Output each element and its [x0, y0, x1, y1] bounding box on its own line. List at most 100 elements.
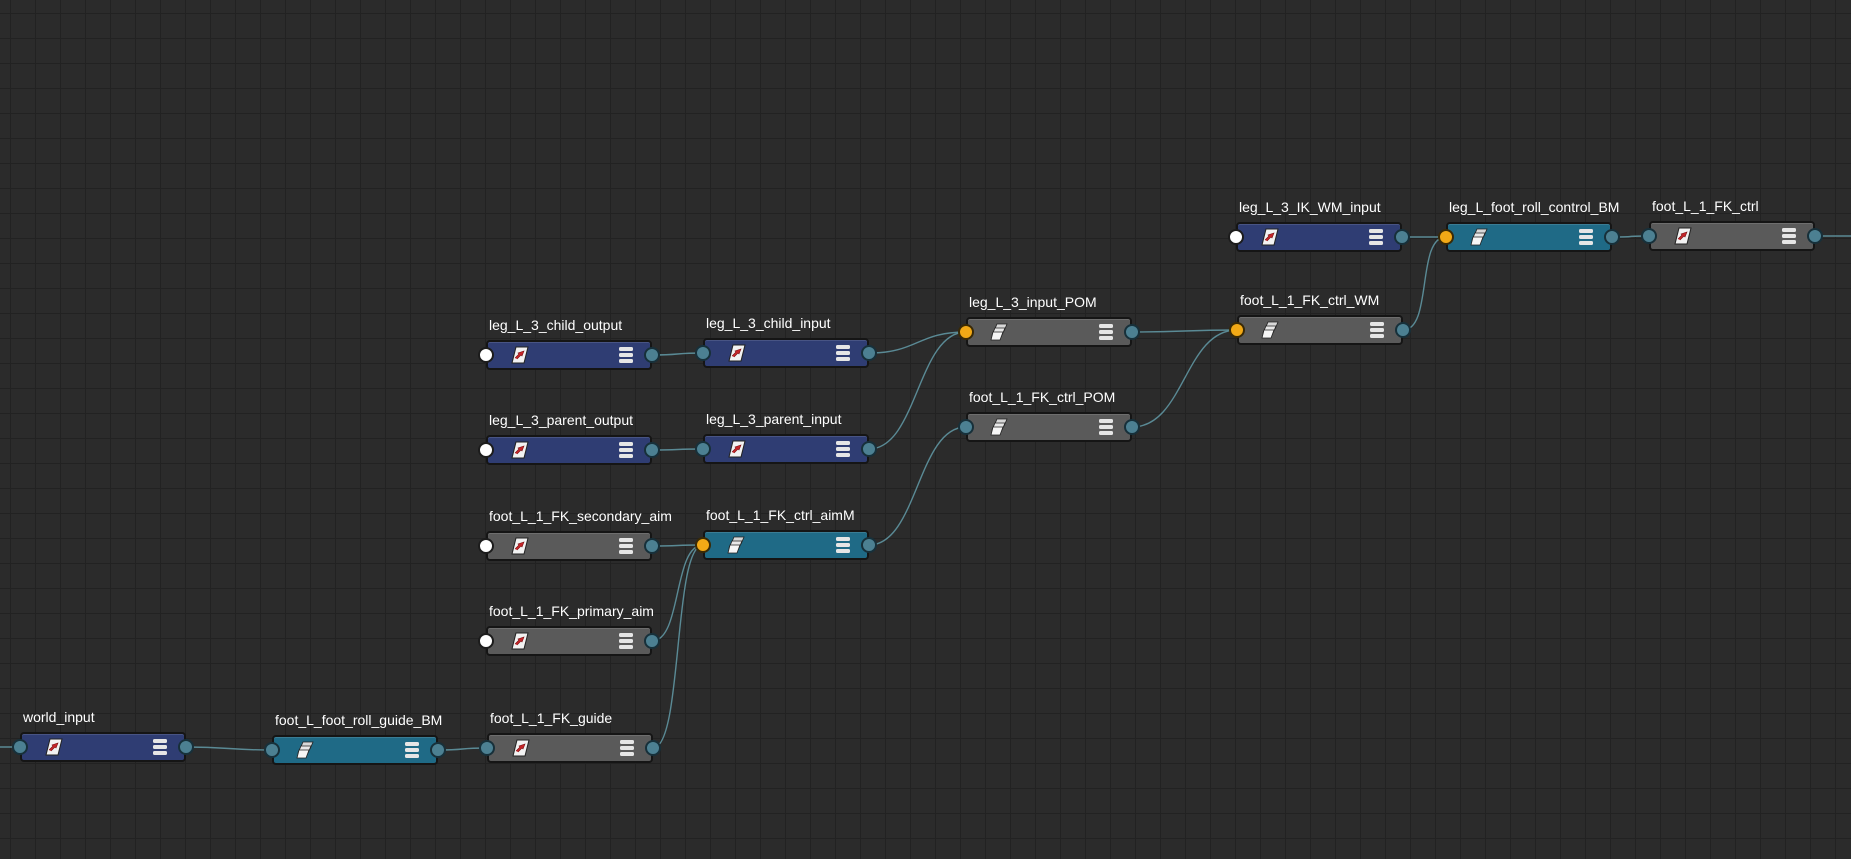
connection-wire[interactable] [1402, 236, 1447, 331]
stack-menu-icon[interactable] [835, 536, 851, 554]
transform-icon [1261, 228, 1279, 246]
output-port[interactable] [644, 442, 660, 458]
input-port[interactable] [12, 739, 28, 755]
input-port[interactable] [478, 538, 494, 554]
output-port[interactable] [644, 347, 660, 363]
node-leg-l-3-ik-wm-input[interactable]: leg_L_3_IK_WM_input [1228, 199, 1410, 252]
input-port[interactable] [1228, 229, 1244, 245]
node-leg-l-3-parent-input[interactable]: leg_L_3_parent_input [695, 411, 877, 464]
stack-menu-icon[interactable] [1098, 323, 1114, 341]
connection-wire[interactable] [1131, 329, 1238, 428]
node-label: leg_L_foot_roll_control_BM [1449, 199, 1620, 215]
matrix-stack-icon [1261, 321, 1279, 339]
input-port[interactable] [958, 419, 974, 435]
transform-icon [511, 537, 529, 555]
stack-menu-icon[interactable] [618, 346, 634, 364]
input-port[interactable] [479, 740, 495, 756]
node-leg-l-3-parent-output[interactable]: leg_L_3_parent_output [478, 412, 660, 465]
output-port[interactable] [644, 538, 660, 554]
output-port[interactable] [1807, 228, 1823, 244]
node-leg-l-3-child-output[interactable]: leg_L_3_child_output [478, 317, 660, 370]
stack-menu-icon[interactable] [835, 440, 851, 458]
matrix-stack-icon [990, 418, 1008, 436]
connection-wire[interactable] [651, 544, 704, 642]
output-port[interactable] [1395, 322, 1411, 338]
input-port[interactable] [478, 347, 494, 363]
stack-menu-icon[interactable] [618, 441, 634, 459]
node-label: foot_L_foot_roll_guide_BM [275, 712, 443, 728]
node-label: leg_L_3_IK_WM_input [1239, 199, 1381, 215]
transform-icon [511, 632, 529, 650]
node-label: leg_L_3_child_input [706, 315, 831, 331]
stack-menu-icon[interactable] [1369, 321, 1385, 339]
input-port[interactable] [1438, 229, 1454, 245]
output-port[interactable] [861, 537, 877, 553]
input-port[interactable] [958, 324, 974, 340]
transform-icon [1674, 227, 1692, 245]
stack-menu-icon[interactable] [1578, 228, 1594, 246]
node-label: foot_L_1_FK_ctrl [1652, 198, 1759, 214]
output-port[interactable] [861, 441, 877, 457]
input-port[interactable] [695, 537, 711, 553]
input-port[interactable] [264, 742, 280, 758]
node-foot-l-1-fk-ctrl-pom[interactable]: foot_L_1_FK_ctrl_POM [958, 389, 1140, 442]
node-label: world_input [23, 709, 95, 725]
transform-icon [511, 346, 529, 364]
output-port[interactable] [644, 633, 660, 649]
node-label: leg_L_3_parent_input [706, 411, 842, 427]
output-port[interactable] [1604, 229, 1620, 245]
node-foot-l-1-fk-ctrl[interactable]: foot_L_1_FK_ctrl [1641, 198, 1823, 251]
node-leg-l-3-child-input[interactable]: leg_L_3_child_input [695, 315, 877, 368]
connection-wire[interactable] [652, 544, 704, 749]
node-label: foot_L_1_FK_secondary_aim [489, 508, 672, 524]
node-label: foot_L_1_FK_guide [490, 710, 613, 726]
output-port[interactable] [645, 740, 661, 756]
stack-menu-icon[interactable] [1368, 228, 1384, 246]
matrix-stack-icon [727, 536, 745, 554]
node-label: foot_L_1_FK_ctrl_aimM [706, 507, 855, 523]
stack-menu-icon[interactable] [1781, 227, 1797, 245]
stack-menu-icon[interactable] [1098, 418, 1114, 436]
connection-wire[interactable] [185, 746, 273, 751]
node-foot-l-1-fk-ctrl-aimm[interactable]: foot_L_1_FK_ctrl_aimM [695, 507, 877, 560]
output-port[interactable] [1124, 324, 1140, 340]
output-port[interactable] [178, 739, 194, 755]
node-label: foot_L_1_FK_primary_aim [489, 603, 654, 619]
output-port[interactable] [1124, 419, 1140, 435]
transform-icon [728, 440, 746, 458]
connection-wire[interactable] [868, 331, 967, 354]
input-port[interactable] [1641, 228, 1657, 244]
node-label: foot_L_1_FK_ctrl_WM [1240, 292, 1380, 308]
node-label: foot_L_1_FK_ctrl_POM [969, 389, 1116, 405]
transform-icon [728, 344, 746, 362]
output-port[interactable] [861, 345, 877, 361]
node-foot-l-1-fk-ctrl-wm[interactable]: foot_L_1_FK_ctrl_WM [1229, 292, 1411, 345]
node-foot-l-foot-roll-guide-bm[interactable]: foot_L_foot_roll_guide_BM [264, 712, 446, 765]
stack-menu-icon[interactable] [618, 537, 634, 555]
connection-wire[interactable] [1131, 329, 1238, 333]
stack-menu-icon[interactable] [152, 738, 168, 756]
stack-menu-icon[interactable] [835, 344, 851, 362]
matrix-stack-icon [990, 323, 1008, 341]
node-label: leg_L_3_input_POM [969, 294, 1097, 310]
connection-wires [0, 235, 1851, 751]
input-port[interactable] [478, 633, 494, 649]
connection-wire[interactable] [868, 331, 967, 450]
stack-menu-icon[interactable] [404, 741, 420, 759]
node-foot-l-1-fk-primary-aim[interactable]: foot_L_1_FK_primary_aim [478, 603, 660, 656]
output-port[interactable] [430, 742, 446, 758]
node-leg-l-foot-roll-control-bm[interactable]: leg_L_foot_roll_control_BM [1438, 199, 1620, 252]
output-port[interactable] [1394, 229, 1410, 245]
node-world-input[interactable]: world_input [12, 709, 194, 762]
stack-menu-icon[interactable] [619, 739, 635, 757]
stack-menu-icon[interactable] [618, 632, 634, 650]
node-graph-canvas[interactable]: world_input foot_L_foot_roll_guide_BM fo… [0, 0, 1851, 859]
node-foot-l-1-fk-secondary-aim[interactable]: foot_L_1_FK_secondary_aim [478, 508, 672, 561]
connection-wire[interactable] [868, 426, 967, 546]
input-port[interactable] [695, 441, 711, 457]
node-foot-l-1-fk-guide[interactable]: foot_L_1_FK_guide [479, 710, 661, 763]
input-port[interactable] [1229, 322, 1245, 338]
input-port[interactable] [478, 442, 494, 458]
node-leg-l-3-input-pom[interactable]: leg_L_3_input_POM [958, 294, 1140, 347]
input-port[interactable] [695, 345, 711, 361]
